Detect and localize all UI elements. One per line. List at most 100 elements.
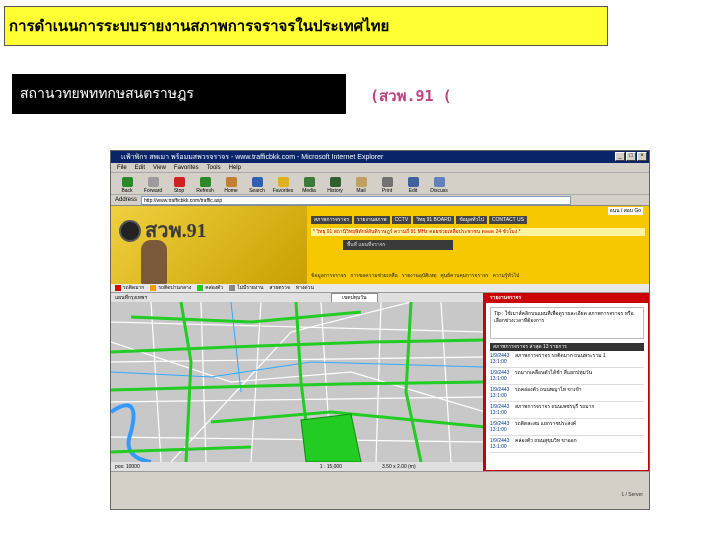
mail-label: Mail	[356, 188, 366, 194]
edit-button[interactable]: Edit	[403, 177, 423, 194]
menu-view[interactable]: View	[153, 165, 166, 171]
search-icon	[251, 177, 263, 187]
forward-button[interactable]: Forward	[143, 177, 163, 194]
station-name: สถานวทยพททกษสนตราษฎร	[12, 74, 346, 114]
nav-traffic[interactable]: สภาพการจราจร	[311, 216, 353, 224]
stop-label: Stop	[173, 188, 185, 194]
home-button[interactable]: Home	[221, 177, 241, 194]
layer-clear-label: คล่องตัว	[205, 285, 224, 291]
category-row: ข้อมูลการจราจร การขอความช่วยเหลือ รายงาน…	[311, 272, 519, 280]
media-icon	[303, 177, 315, 187]
category-help[interactable]: การขอความช่วยเหลือ	[350, 272, 397, 280]
print-button[interactable]: Print	[377, 177, 397, 194]
report-time: 1/9/2443 13:1:00	[490, 353, 510, 365]
forward-label: Forward	[143, 188, 163, 194]
traffic-map[interactable]	[111, 302, 485, 462]
layer-medium[interactable]: รถติดปานกลาง	[150, 284, 191, 292]
nav-cctv[interactable]: CCTV	[391, 216, 412, 224]
menu-tools[interactable]: Tools	[207, 165, 221, 171]
map-status-bar: pos: 10000 1 : 15,000 3.50 x 2.00 (m)	[111, 462, 483, 471]
menu-favorites[interactable]: Favorites	[174, 165, 199, 171]
list-item[interactable]: 1/9/2443 13:1:00 รถติดสะสม แยกราชประสงค์	[490, 419, 644, 436]
layer-patrol[interactable]: สายตรวจ	[269, 284, 289, 292]
orange-square-icon	[150, 284, 157, 291]
logo-emblem-icon	[119, 220, 141, 242]
layer-clear[interactable]: คล่องตัว	[197, 284, 223, 292]
map-title: แผนที่กรุงเทพฯ	[115, 294, 148, 301]
map-panel[interactable]: แผนที่กรุงเทพฯ เขตปทุมวัน pos: 10000 1:…	[111, 293, 485, 471]
menu-help[interactable]: Help	[229, 165, 241, 171]
address-label: Address	[115, 197, 138, 203]
list-item[interactable]: 1/9/2443 13:1:00 คล่องตัว ถนนสุขุมวิท ขาอ…	[490, 436, 644, 453]
refresh-label: Refresh	[196, 188, 214, 194]
list-item[interactable]: 1/9/2443 13:1:00 รถมากเคลื่อนตัวได้ช้า สี…	[490, 368, 644, 385]
nav-info[interactable]: ข้อมูลทั่วไป	[456, 216, 487, 224]
report-time: 1/9/2443 13:1:00	[490, 404, 510, 416]
address-bar: Address http://www.trafficbkk.com/traffi…	[111, 195, 649, 206]
refresh-button[interactable]: Refresh	[195, 177, 215, 194]
address-input[interactable]: http://www.trafficbkk.com/traffic.asp	[141, 195, 572, 205]
report-text: สภาพการจราจร รถติดมาก ถนนพระราม 1	[515, 353, 606, 359]
minimize-button[interactable]: _	[615, 152, 625, 161]
server-label: 1 / Server	[621, 492, 643, 498]
favorites-button[interactable]: Favorites	[273, 177, 293, 194]
history-button[interactable]: History	[325, 177, 345, 194]
favorites-label: Favorites	[272, 188, 294, 194]
logo-area: สวพ.91	[111, 206, 307, 284]
report-text: คล่องตัว ถนนสุขุมวิท ขาออก	[515, 438, 577, 444]
news-marquee: * วิทยุ 91 สถานีวิทยุพิทักษ์สันติราษฎร์ …	[311, 228, 645, 236]
category-traffic[interactable]: ข้อมูลการจราจร	[311, 272, 346, 280]
nav-report[interactable]: รายงานสภาพ	[354, 216, 390, 224]
category-accident[interactable]: รายงานอุบัติเหตุ	[402, 272, 437, 280]
map-scale: 1 : 15,000	[319, 463, 342, 470]
list-item[interactable]: 1/9/2443 13:1:00 รถคล่องตัว ถนนพญาไท ขาเข…	[490, 385, 644, 402]
report-time: 1/9/2443 13:1:00	[490, 387, 510, 399]
category-general[interactable]: ความรู้ทั่วไป	[493, 272, 520, 280]
slide-title: การดำเนนการระบบรายงานสภาพการจราจรในประเท…	[4, 6, 608, 46]
menu-bar: File Edit View Favorites Tools Help	[111, 163, 649, 173]
park-area	[300, 413, 362, 462]
layer-heavy[interactable]: รถติดมาก	[115, 284, 144, 292]
search-button[interactable]: Search	[247, 177, 267, 194]
stop-button[interactable]: Stop	[169, 177, 189, 194]
info-header: รายงานจราจร	[486, 294, 648, 303]
list-item[interactable]: 1/9/2443 13:1:00 สภาพการจราจร ถนนเพชรบุรี…	[490, 402, 644, 419]
info-panel: รายงานจราจร Tip : ใช้เมาส์คลิกบนแผนที่เพ…	[485, 293, 649, 471]
site-nav: สภาพการจราจร รายงานสภาพ CCTV วิทยุ 91 BO…	[311, 216, 527, 224]
layer-expressway[interactable]: ทางด่วน	[296, 284, 314, 292]
mail-button[interactable]: Mail	[351, 177, 371, 194]
nav-board[interactable]: วิทยุ 91 BOARD	[413, 216, 455, 224]
media-button[interactable]: Media	[299, 177, 319, 194]
map-toolbar: แผนที่กรุงเทพฯ เขตปทุมวัน	[111, 293, 483, 303]
refresh-icon	[199, 177, 211, 187]
officer-image	[141, 240, 167, 284]
maximize-button[interactable]: □	[626, 152, 636, 161]
media-label: Media	[302, 188, 316, 194]
browser-screenshot: เเฟ้าพิกร สพเมา พร้อมมสพวรจราจร - www.tr…	[110, 150, 650, 510]
nav-contact[interactable]: CONTACT US	[488, 216, 527, 224]
report-text: รถคล่องตัว ถนนพญาไท ขาเข้า	[515, 387, 582, 393]
green-square-icon	[197, 284, 204, 291]
stop-icon	[173, 177, 185, 187]
list-item[interactable]: 1/9/2443 13:1:00 สภาพการจราจร รถติดมาก ถน…	[490, 351, 644, 368]
layer-none[interactable]: ไม่มีรายงาน	[229, 284, 263, 292]
history-icon	[329, 177, 341, 187]
gray-square-icon	[229, 284, 236, 291]
layer-none-label: ไม่มีรายงาน	[237, 285, 264, 291]
red-square-icon	[115, 284, 121, 291]
discuss-label: Discuss	[430, 188, 448, 194]
corner-links[interactable]: อนน / สอบ Go	[607, 207, 643, 215]
layer-heavy-label: รถติดมาก	[123, 285, 145, 291]
category-control[interactable]: ศูนย์ควบคุมการจราจร	[441, 272, 489, 280]
tip-box: Tip : ใช้เมาส์คลิกบนแผนที่เพื่อดูรายละเอ…	[490, 307, 644, 339]
map-area-box[interactable]: พื้นที่ แผนที่จราจร	[343, 240, 453, 250]
close-button[interactable]: ×	[637, 152, 647, 161]
history-label: History	[327, 188, 343, 194]
menu-edit[interactable]: Edit	[135, 165, 145, 171]
discuss-button[interactable]: Discuss	[429, 177, 449, 194]
back-button[interactable]: Back	[117, 177, 137, 194]
report-text: สภาพการจราจร ถนนเพชรบุรี รถมาก	[515, 404, 595, 410]
home-icon	[225, 177, 237, 187]
menu-file[interactable]: File	[117, 165, 127, 171]
site-header: สวพ.91 อนน / สอบ Go สภาพการจราจร รายงานส…	[111, 206, 649, 284]
